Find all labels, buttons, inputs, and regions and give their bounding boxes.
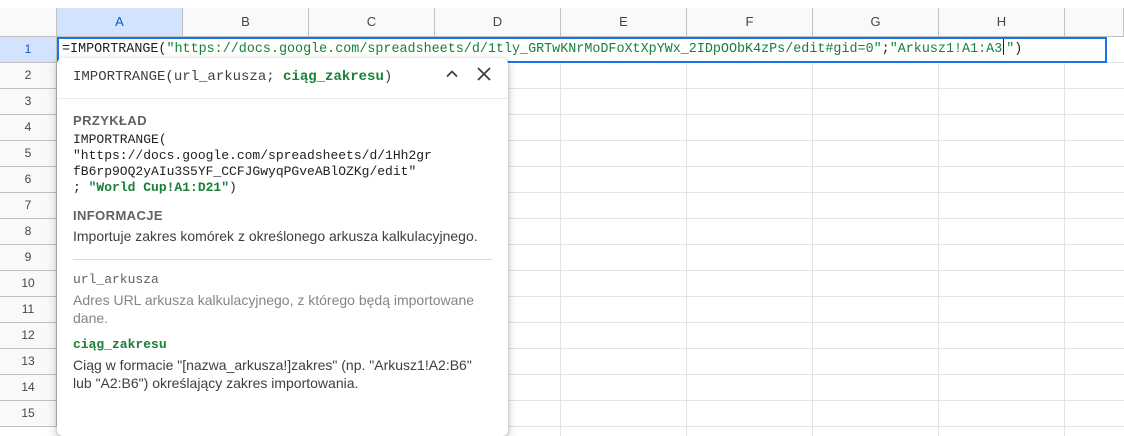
column-header-e[interactable]: E [561, 8, 687, 37]
row-header-15[interactable]: 15 [0, 401, 57, 427]
column-header-d[interactable]: D [435, 8, 561, 37]
row-header-14[interactable]: 14 [0, 375, 57, 401]
close-icon[interactable] [472, 66, 496, 90]
select-all-corner[interactable] [0, 8, 57, 37]
top-strip [0, 0, 1124, 8]
formula-range-argument: "Arkusz1!A1:A3 [889, 42, 1003, 57]
row-header-8[interactable]: 8 [0, 219, 57, 245]
info-heading: INFORMACJE [73, 208, 163, 223]
signature-prefix: IMPORTRANGE(url_arkusza; [73, 69, 284, 85]
row-header-6[interactable]: 6 [0, 167, 57, 193]
row-header-9[interactable]: 9 [0, 245, 57, 271]
text-caret [1003, 39, 1005, 55]
formula-url-argument: "https://docs.google.com/spreadsheets/d/… [166, 42, 882, 57]
formula-closing-paren: ) [1014, 42, 1023, 57]
column-header-a[interactable]: A [57, 8, 183, 37]
divider [73, 259, 492, 260]
column-header-f[interactable]: F [687, 8, 813, 37]
row-header-5[interactable]: 5 [0, 141, 57, 167]
row-header-13[interactable]: 13 [0, 349, 57, 375]
info-text: Importuje zakres komórek z określonego a… [73, 228, 478, 244]
chevron-up-icon[interactable] [440, 66, 464, 90]
example-range-string: "World Cup!A1:D21" [88, 180, 230, 195]
example-code: IMPORTRANGE( "https://docs.google.com/sp… [73, 132, 492, 196]
popup-header: IMPORTRANGE(url_arkusza; ciąg_zakresu) [57, 58, 508, 99]
column-header-i[interactable] [1065, 8, 1124, 37]
column-header-c[interactable]: C [309, 8, 435, 37]
row-header-4[interactable]: 4 [0, 115, 57, 141]
argument-url-name: url_arkusza [73, 272, 159, 287]
column-header-h[interactable]: H [939, 8, 1065, 37]
column-header-g[interactable]: G [813, 8, 939, 37]
row-header-2[interactable]: 2 [0, 63, 57, 89]
row-header-10[interactable]: 10 [0, 271, 57, 297]
row-header-1[interactable]: 1 [0, 37, 57, 63]
signature-active-argument: ciąg_zakresu [283, 69, 384, 85]
example-heading: PRZYKŁAD [73, 113, 147, 128]
formula-function: =IMPORTRANGE( [62, 42, 167, 57]
argument-range-description: Ciąg w formacie "[nazwa_arkusza!]zakres"… [73, 357, 472, 391]
argument-range-name: ciąg_zakresu [73, 337, 167, 352]
example-code-end: ) [229, 180, 237, 195]
function-signature: IMPORTRANGE(url_arkusza; ciąg_zakresu) [73, 69, 392, 85]
signature-suffix: ) [383, 69, 393, 85]
column-header-b[interactable]: B [183, 8, 309, 37]
row-header-11[interactable]: 11 [0, 297, 57, 323]
function-help-popup: IMPORTRANGE(url_arkusza; ciąg_zakresu) P… [57, 58, 508, 436]
popup-body: PRZYKŁAD IMPORTRANGE( "https://docs.goog… [57, 99, 508, 392]
formula-separator: ; [881, 42, 890, 57]
row-header-12[interactable]: 12 [0, 323, 57, 349]
row-header-7[interactable]: 7 [0, 193, 57, 219]
row-header-3[interactable]: 3 [0, 89, 57, 115]
argument-url-description: Adres URL arkusza kalkulacyjnego, z któr… [73, 292, 475, 326]
